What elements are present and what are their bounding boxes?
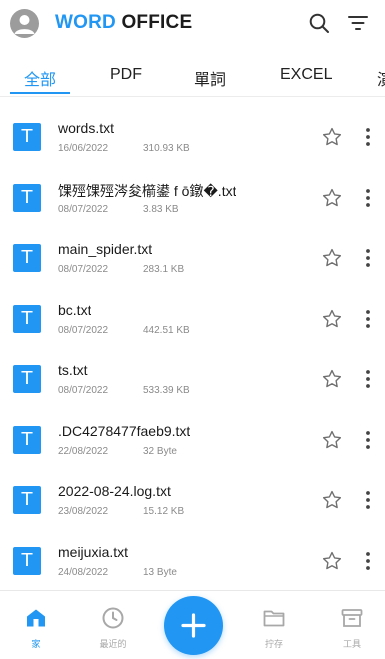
file-row[interactable]: T ts.txt 08/07/2022 533.39 KB (0, 348, 385, 409)
star-icon[interactable] (321, 308, 343, 330)
nav-tools[interactable]: 工具 (322, 591, 382, 659)
file-date: 22/08/2022 (58, 445, 109, 457)
star-icon[interactable] (321, 550, 343, 572)
text-file-icon: T (13, 123, 41, 151)
app-title-word: WORD (55, 12, 116, 33)
file-row[interactable]: T bc.txt 08/07/2022 442.51 KB (0, 288, 385, 349)
nav-home[interactable]: 家 (6, 591, 66, 659)
text-file-icon: T (13, 244, 41, 272)
file-name: bc.txt (58, 301, 92, 318)
file-name: meijuxia.txt (58, 543, 129, 560)
divider (0, 96, 385, 97)
folder-icon (263, 610, 285, 627)
file-date: 23/08/2022 (58, 506, 109, 517)
file-size: 442.51 KB (143, 324, 190, 336)
nav-home-label: 家 (31, 639, 41, 649)
file-name: main_spider.txt (58, 241, 153, 257)
tab-all[interactable]: 全部 (24, 66, 56, 90)
nav-saved-label: 拧存 (264, 639, 283, 649)
text-file-icon: T (13, 183, 41, 212)
category-tabs: 全部 PDF 單詞 EXCEL 演 (0, 52, 385, 96)
file-date: 24/08/2022 (58, 566, 109, 578)
clock-icon (102, 607, 124, 629)
app-header: WORD OFFICE (0, 0, 385, 48)
more-options-icon[interactable] (359, 550, 377, 572)
text-file-icon: T (13, 304, 41, 333)
avatar[interactable] (10, 9, 39, 38)
star-icon[interactable] (321, 187, 343, 209)
file-date: 08/07/2022 (58, 385, 109, 396)
more-options-icon[interactable] (359, 308, 377, 330)
home-icon (27, 609, 45, 627)
bottom-navigation: 家 最近的 拧存 工具 (0, 590, 385, 659)
file-date: 16/06/2022 (58, 143, 109, 154)
file-row[interactable]: T 2022-08-24.log.txt 23/08/2022 15.12 KB (0, 469, 385, 530)
file-name: .DC4278477faeb9.txt (58, 422, 191, 439)
tab-words[interactable]: 單詞 (194, 66, 226, 90)
file-row[interactable]: T main_spider.txt 08/07/2022 283.1 KB (0, 227, 385, 288)
more-options-icon[interactable] (359, 126, 377, 148)
file-name: words.txt (58, 120, 115, 136)
app-title: WORD OFFICE (55, 12, 192, 34)
file-date: 08/07/2022 (58, 264, 109, 275)
file-date: 08/07/2022 (58, 203, 109, 215)
file-size: 283.1 KB (143, 264, 185, 275)
more-options-icon[interactable] (359, 247, 377, 269)
file-list: T words.txt 16/06/2022 310.93 KB T 馃殌馃殌涔… (0, 106, 385, 590)
star-icon[interactable] (321, 368, 343, 390)
active-tab-indicator (10, 92, 70, 94)
file-row[interactable]: T words.txt 16/06/2022 310.93 KB (0, 106, 385, 167)
star-icon[interactable] (321, 126, 343, 148)
more-options-icon[interactable] (359, 429, 377, 451)
plus-icon (181, 613, 206, 638)
search-icon[interactable] (307, 11, 331, 35)
nav-recent-label: 最近的 (99, 639, 127, 649)
text-file-icon: T (13, 486, 41, 514)
nav-recent[interactable]: 最近的 (83, 591, 143, 659)
tab-presentation[interactable]: 演 (377, 66, 385, 90)
file-row[interactable]: T .DC4278477faeb9.txt 22/08/2022 32 Byte (0, 409, 385, 470)
filter-icon[interactable] (346, 11, 370, 35)
file-size: 15.12 KB (143, 506, 185, 517)
tab-pdf[interactable]: PDF (110, 66, 142, 84)
file-name: 2022-08-24.log.txt (58, 483, 171, 499)
file-size: 3.83 KB (143, 203, 179, 215)
file-row[interactable]: T meijuxia.txt 24/08/2022 13 Byte (0, 530, 385, 591)
tab-excel[interactable]: EXCEL (280, 66, 332, 84)
add-button[interactable] (164, 596, 223, 655)
nav-tools-label: 工具 (342, 639, 361, 649)
text-file-icon: T (13, 425, 41, 454)
file-name: 馃殌馃殌涔夋櫤鍙 f ō鐓�.txt (58, 182, 237, 199)
file-name: ts.txt (58, 362, 88, 378)
file-size: 533.39 KB (143, 385, 190, 396)
nav-saved[interactable]: 拧存 (244, 591, 304, 659)
file-size: 13 Byte (143, 566, 177, 578)
more-options-icon[interactable] (359, 368, 377, 390)
more-options-icon[interactable] (359, 187, 377, 209)
star-icon[interactable] (321, 247, 343, 269)
app-title-office: OFFICE (121, 12, 193, 33)
file-size: 310.93 KB (143, 143, 190, 154)
toolbox-icon (341, 609, 363, 627)
file-row[interactable]: T 馃殌馃殌涔夋櫤鍙 f ō鐓�.txt 08/07/2022 3.83 KB (0, 167, 385, 228)
more-options-icon[interactable] (359, 489, 377, 511)
file-size: 32 Byte (143, 445, 177, 457)
user-icon (14, 15, 35, 34)
text-file-icon: T (13, 365, 41, 393)
star-icon[interactable] (321, 489, 343, 511)
star-icon[interactable] (321, 429, 343, 451)
text-file-icon: T (13, 546, 41, 575)
file-date: 08/07/2022 (58, 324, 109, 336)
